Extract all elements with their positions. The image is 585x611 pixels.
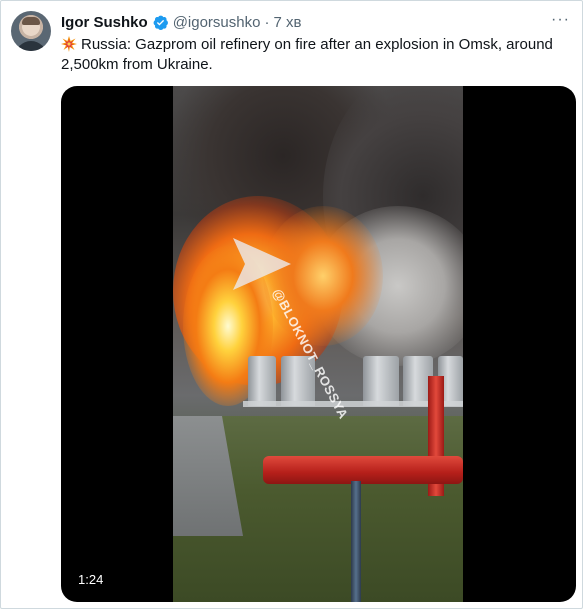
tweet-header: Igor Sushko @igorsushko · 7 хв [61,12,301,32]
video-player[interactable]: @BLOKNOT_ROSSYA 1:24 [61,86,576,602]
timestamp[interactable]: 7 хв [273,14,301,31]
video-duration-badge: 1:24 [73,570,109,589]
play-logo-icon [225,234,295,294]
avatar[interactable] [11,11,51,51]
author-name[interactable]: Igor Sushko [61,14,148,31]
more-options-icon[interactable]: ··· [551,11,570,29]
avatar-shirt [15,41,47,51]
tweet-card[interactable]: Igor Sushko @igorsushko · 7 хв ··· Russi… [0,0,583,609]
collision-emoji-icon [61,36,77,52]
video-frame: @BLOKNOT_ROSSYA [173,86,463,602]
tweet-text: Russia: Gazprom oil refinery on fire aft… [61,35,561,75]
author-handle[interactable]: @igorsushko [173,14,261,31]
avatar-hair [22,17,40,25]
pipe-support-post [351,481,361,602]
storage-tank [248,356,276,406]
storage-tank [363,356,399,406]
separator-dot: · [264,13,270,31]
tweet-text-body: Russia: Gazprom oil refinery on fire aft… [61,36,553,73]
verified-badge-icon [152,14,169,31]
red-pipe-horizontal [263,456,463,484]
